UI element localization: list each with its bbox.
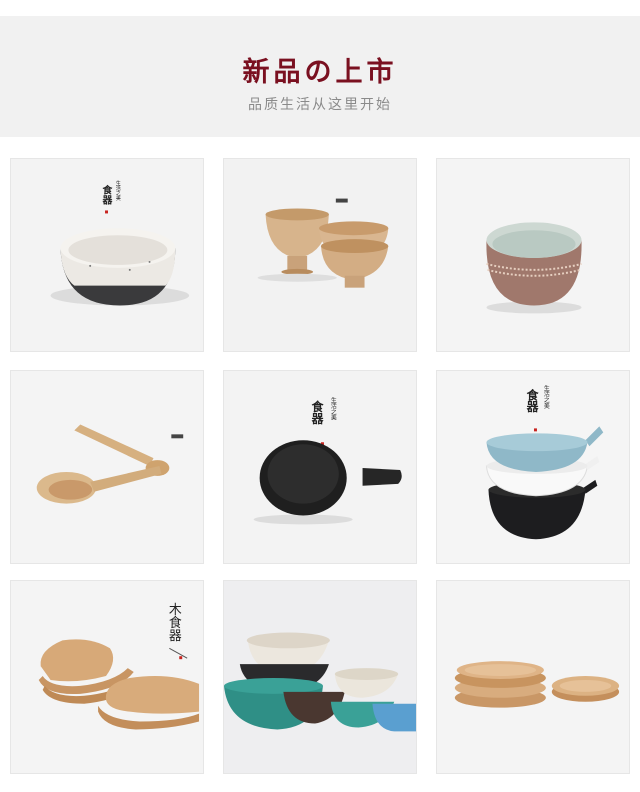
wood-plates-image: 木食器 [11, 581, 203, 773]
black-pan-image: 食器 生活之美 [224, 371, 416, 563]
round-wood-plates-image [437, 581, 629, 773]
caption-side: 生活之美 [115, 180, 121, 202]
page-subtitle: 品质生活从这里开始 [248, 97, 392, 113]
wooden-bowls-image [224, 159, 416, 351]
product-tile-speckled-bowl[interactable]: 食器 生活之美 [10, 158, 204, 352]
stacked-bowls-image: 食器 生活之美 [437, 371, 629, 563]
caption-main: 食器 [310, 400, 324, 425]
caption-main: 食器 [101, 183, 114, 205]
product-tile-round-wood-plates[interactable] [436, 580, 630, 774]
product-tile-black-pan[interactable]: 食器 生活之美 [223, 370, 417, 564]
colored-bowls-image [224, 581, 416, 773]
page-title: 新品の上市 [242, 57, 398, 88]
caption-main: 木食器 [166, 603, 181, 643]
header-banner: 新品の上市 品质生活从这里开始 [0, 16, 640, 137]
product-tile-wooden-spoons[interactable] [10, 370, 204, 564]
wooden-spoons-image [11, 371, 203, 563]
product-tile-wooden-bowls[interactable] [223, 158, 417, 352]
caption-side: 生活之美 [542, 384, 549, 410]
caption-main: 食器 [525, 388, 539, 413]
product-tile-rust-cup[interactable] [436, 158, 630, 352]
product-tile-stacked-bowls[interactable]: 食器 生活之美 [436, 370, 630, 564]
rust-cup-image [437, 159, 629, 351]
product-tile-wood-plates[interactable]: 木食器 [10, 580, 204, 774]
speckled-bowl-image: 食器 生活之美 [11, 159, 203, 351]
caption-side: 生活之美 [329, 396, 336, 422]
product-tile-colored-bowls[interactable] [223, 580, 417, 774]
